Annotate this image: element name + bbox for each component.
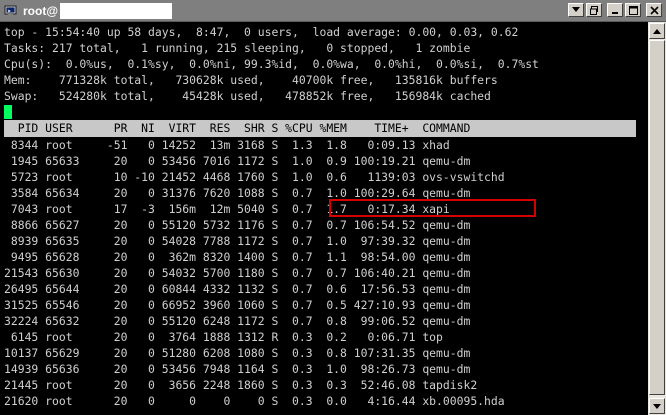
process-row: 32224 65632 20 0 55120 6248 1172 S 0.7 0… [4,314,471,328]
terminal-cursor [4,105,12,119]
process-row: 8866 65627 20 0 55120 5732 1176 S 0.7 0.… [4,218,471,232]
minimize-icon [612,12,618,14]
terminal-screen[interactable]: top - 15:54:40 up 58 days, 8:47, 0 users… [0,22,648,415]
process-table-header: PID USER PR NI VIRT RES SHR S %CPU %MEM … [4,120,636,137]
scroll-down-button[interactable] [649,398,665,414]
vertical-scrollbar[interactable] [648,22,666,415]
process-row: 26495 65644 20 0 60844 4332 1132 S 0.7 0… [4,282,471,296]
mem-line: Mem: 771328k total, 730628k used, 40700k… [4,73,498,87]
process-row: 5723 root 10 -10 21452 4468 1760 S 1.0 0… [4,170,505,184]
close-button[interactable] [646,3,662,17]
process-row: 14939 65636 20 0 53456 7948 1164 S 0.3 1… [4,362,471,376]
process-row: 6145 root 20 0 3764 1888 1312 R 0.3 0.2 … [4,330,443,344]
scroll-up-button[interactable] [649,23,665,39]
restore-button[interactable] [586,3,602,17]
process-row: 31525 65546 20 0 66952 3960 1060 S 0.7 0… [4,298,471,312]
maximize-icon [628,5,638,15]
redacted-hostname [60,2,173,19]
arrow-up-icon [653,28,661,34]
putty-icon[interactable] [3,3,19,19]
title-bar[interactable]: root@ [0,0,666,22]
column-headers: PID USER PR NI VIRT RES SHR S %CPU %MEM … [4,121,471,135]
maximize-button[interactable] [625,3,641,17]
window-title: root@ [23,3,59,18]
close-icon [649,5,659,15]
xapi-highlight-annotation [329,199,536,217]
process-row: 10137 65629 20 0 51280 6208 1080 S 0.3 0… [4,346,471,360]
process-row: 8344 root -51 0 14252 13m 3168 S 1.3 1.8… [4,138,450,152]
process-row: 8939 65635 20 0 54028 7788 1172 S 0.7 1.… [4,234,471,248]
tasks-line: Tasks: 217 total, 1 running, 215 sleepin… [4,41,471,55]
process-row: 1945 65633 20 0 53456 7016 1172 S 1.0 0.… [4,154,471,168]
restore-icon [589,5,598,15]
scrollbar-thumb[interactable] [649,40,665,395]
swap-line: Swap: 524280k total, 45428k used, 478852… [4,89,491,103]
process-row: 21620 root 20 0 0 0 0 S 0.3 0.0 4:16.44 … [4,394,505,408]
cpu-line: Cpu(s): 0.0%us, 0.1%sy, 0.0%ni, 99.3%id,… [4,57,539,71]
chevron-down-icon [572,7,580,12]
process-row: 9495 65628 20 0 362m 8320 1400 S 0.7 1.1… [4,250,471,264]
minimize-button[interactable] [607,3,623,17]
process-row: 21445 root 20 0 3656 2248 1860 S 0.3 0.3… [4,378,478,392]
uptime-line: top - 15:54:40 up 58 days, 8:47, 0 users… [4,25,519,39]
process-row: 21543 65630 20 0 54032 5700 1180 S 0.7 0… [4,266,471,280]
arrow-down-icon [653,403,661,409]
window-menu-button[interactable] [568,3,584,17]
